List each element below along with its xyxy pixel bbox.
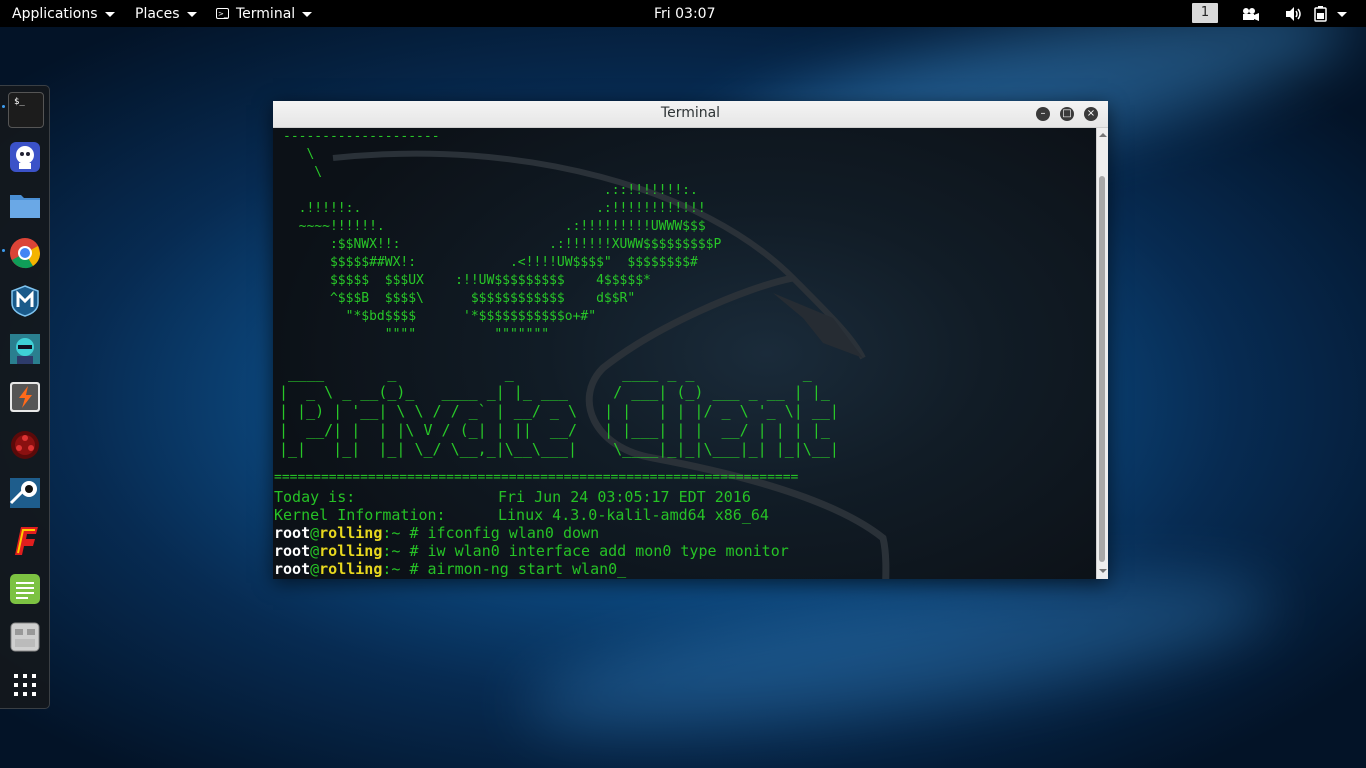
tweaks-launcher[interactable] [8, 620, 42, 654]
scroll-down-arrow-icon[interactable] [1099, 569, 1107, 573]
terminal-app-menu[interactable]: >_ Terminal [216, 0, 313, 27]
command-text: iw wlan0 interface add mon0 type monitor [427, 542, 789, 560]
applications-label: Applications [12, 5, 98, 22]
prompt-user: root [274, 524, 311, 542]
prompt-separator: :~ # [382, 560, 419, 578]
show-applications-button[interactable] [8, 668, 42, 702]
battery-icon [1314, 5, 1327, 22]
dock: $_ [0, 85, 50, 709]
metasploit-icon [11, 285, 39, 317]
places-label: Places [135, 5, 180, 22]
places-menu[interactable]: Places [135, 0, 197, 27]
leafpad-launcher[interactable] [8, 572, 42, 606]
settings-icon [10, 622, 40, 652]
command-line: root@rolling:~ # ifconfig wlan0 down [274, 524, 599, 542]
prompt-host: rolling [319, 524, 383, 542]
kernel-line: Kernel Information: Linux 4.3.0-kalil-amd… [274, 506, 769, 524]
terminal-output[interactable]: -------------------- \ \ .::!!!!!!!:. .!… [273, 128, 1096, 579]
terminal-launcher[interactable]: $_ [8, 92, 44, 128]
armitage-icon [10, 334, 40, 364]
separator-line: ========================================… [274, 470, 799, 485]
window-title: Terminal [660, 105, 721, 121]
faraday-launcher[interactable] [8, 476, 42, 510]
folder-icon [10, 195, 40, 218]
running-indicator [2, 249, 5, 252]
prompt-at: @ [310, 542, 320, 560]
close-button[interactable]: × [1084, 107, 1098, 121]
command-text: airmon-ng start wlan0_ [427, 560, 627, 578]
chevron-down-icon [1337, 11, 1347, 17]
prompt-separator: :~ # [382, 542, 419, 560]
maximize-button[interactable]: □ [1060, 107, 1074, 121]
prompt-separator: :~ # [382, 524, 419, 542]
chevron-down-icon [186, 11, 197, 17]
command-line: root@rolling:~ # iw wlan0 interface add … [274, 542, 789, 560]
faraday-icon [9, 478, 40, 508]
burpsuite-icon [10, 382, 40, 412]
workspace-indicator[interactable]: 1 [1192, 3, 1218, 23]
camera-icon[interactable] [1240, 0, 1260, 27]
kernel-value: Linux 4.3.0-kalil-amd64 x86_64 [498, 506, 769, 524]
terminal-icon: >_ [216, 8, 229, 19]
clock[interactable]: Fri 03:07 [654, 0, 715, 27]
metasploit-launcher[interactable] [8, 284, 42, 318]
command-text: ifconfig wlan0 down [427, 524, 600, 542]
today-label: Today is: [274, 488, 356, 506]
ffuzz-launcher[interactable] [8, 524, 42, 558]
wallpaper-glow [516, 547, 1284, 763]
terminal-menu-label: Terminal [236, 5, 296, 22]
burpsuite-launcher[interactable] [8, 380, 42, 414]
running-indicator [2, 105, 5, 108]
terminal-icon: $_ [14, 97, 25, 107]
ascii-banner: ____ _ _ ____ _ _ _ | _ \ _ __(_)_ ____ … [279, 364, 839, 458]
applications-menu[interactable]: Applications [12, 0, 115, 27]
beef-launcher[interactable] [8, 428, 42, 462]
files-launcher[interactable] [8, 188, 42, 222]
system-menu[interactable] [1313, 0, 1347, 27]
chrome-launcher[interactable] [8, 236, 42, 270]
prompt-host: rolling [319, 542, 383, 560]
prompt-user: root [274, 542, 311, 560]
beef-icon [11, 431, 39, 459]
prompt-user: root [274, 560, 311, 578]
top-bar: Applications Places >_ Terminal Fri 03:0… [0, 0, 1366, 27]
clock-label: Fri 03:07 [654, 5, 716, 22]
prompt-at: @ [310, 560, 320, 578]
volume-icon[interactable] [1284, 0, 1304, 27]
text-editor-icon [10, 574, 40, 604]
maltego-icon [10, 142, 40, 172]
command-line[interactable]: root@rolling:~ # airmon-ng start wlan0_ [274, 560, 626, 578]
kernel-label: Kernel Information: [274, 506, 446, 524]
prompt-host: rolling [319, 560, 383, 578]
terminal-scrollbar[interactable] [1096, 128, 1108, 579]
chevron-down-icon [302, 11, 313, 17]
chevron-down-icon [104, 11, 115, 17]
armitage-launcher[interactable] [8, 332, 42, 366]
ffuzz-icon [15, 527, 38, 555]
window-titlebar[interactable]: Terminal – □ × [273, 101, 1108, 128]
chrome-icon [10, 238, 41, 269]
maltego-launcher[interactable] [8, 140, 42, 174]
ascii-kali-logo: -------------------- \ \ .::!!!!!!!:. .!… [283, 129, 722, 342]
prompt-at: @ [310, 524, 320, 542]
grid-icon [14, 674, 36, 696]
scrollbar-thumb[interactable] [1099, 176, 1105, 562]
minimize-button[interactable]: – [1036, 107, 1050, 121]
scroll-up-arrow-icon[interactable] [1099, 133, 1107, 137]
terminal-window[interactable]: Terminal – □ × -------------------- \ \ … [273, 101, 1108, 579]
date-line: Today is: Fri Jun 24 03:05:17 EDT 2016 [274, 488, 751, 506]
today-value: Fri Jun 24 03:05:17 EDT 2016 [498, 488, 751, 506]
